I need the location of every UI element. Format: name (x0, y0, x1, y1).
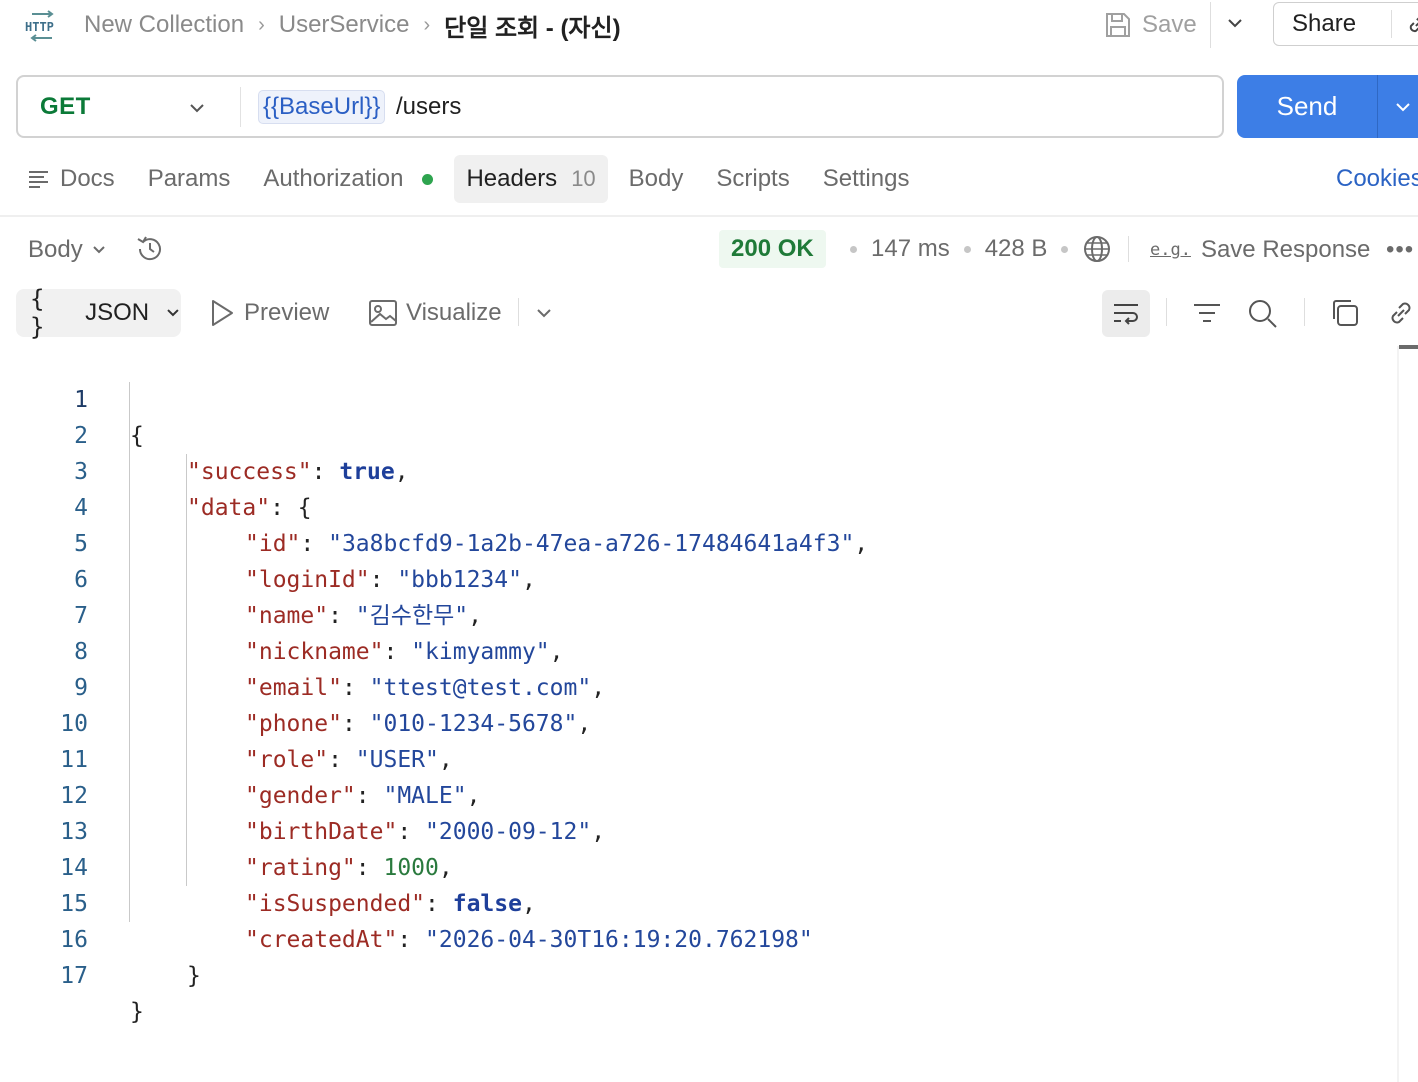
headers-count-badge: 10 (571, 166, 596, 191)
breadcrumb: New Collection › UserService › 단일 조회 - (… (84, 8, 621, 42)
save-options-chevron-icon[interactable] (1226, 14, 1244, 37)
code-line: 16 } (0, 886, 1398, 989)
url-input[interactable]: /users (396, 93, 461, 121)
url-variable[interactable]: {{BaseUrl}} (258, 90, 386, 124)
tab-scripts[interactable]: Scripts (716, 155, 789, 203)
preview-button[interactable]: Preview (208, 298, 329, 328)
cookies-link[interactable]: Cookies (1336, 165, 1418, 193)
save-response-button[interactable]: e.g. Save Response (1150, 236, 1370, 264)
code-line: 3 "data": { (0, 418, 1398, 521)
example-icon: e.g. (1150, 240, 1191, 260)
play-icon (212, 300, 233, 326)
code-line: 13 "rating": 1000, (0, 778, 1398, 881)
tab-body[interactable]: Body (629, 155, 684, 203)
method-select[interactable]: GET (40, 93, 91, 121)
breadcrumb-collection[interactable]: New Collection (84, 11, 244, 39)
send-button[interactable]: Send (1237, 75, 1418, 138)
tab-headers[interactable]: Headers 10 (454, 155, 608, 203)
save-label: Save (1142, 11, 1197, 38)
format-select[interactable]: { } JSON (16, 285, 181, 341)
send-options-chevron-icon[interactable] (1394, 98, 1412, 116)
code-line: 6 "name": "김수한무", (0, 526, 1398, 629)
history-icon[interactable] (134, 233, 166, 270)
code-line: 11 "gender": "MALE", (0, 706, 1398, 809)
search-icon[interactable] (1247, 298, 1279, 333)
copy-icon[interactable] (1330, 298, 1360, 333)
code-line: 9 "phone": "010-1234-5678", (0, 634, 1398, 737)
share-button[interactable]: Share (1273, 2, 1418, 46)
code-line: 1 { (0, 346, 1398, 449)
chevron-down-icon (167, 309, 179, 317)
scrollbar-track[interactable] (1397, 346, 1399, 1082)
floppy-disk-icon (1106, 13, 1130, 37)
chevron-down-icon (92, 246, 105, 254)
docs-lines-icon (29, 171, 48, 188)
more-options-icon[interactable]: ••• (1386, 236, 1414, 264)
divider (1210, 2, 1211, 48)
code-line: 8 "email": "ttest@test.com", (0, 598, 1398, 701)
word-wrap-button[interactable] (1102, 290, 1150, 337)
chevron-right-icon: › (258, 13, 265, 36)
request-tabs: Docs Params Authorization Headers 10 Bod… (28, 155, 942, 203)
code-line: 5 "loginId": "bbb1234", (0, 490, 1398, 593)
tab-docs[interactable]: Docs (28, 155, 115, 203)
code-line: 2 "success": true, (0, 382, 1398, 485)
tab-settings[interactable]: Settings (823, 155, 910, 203)
code-line: 7 "nickname": "kimyammy", (0, 562, 1398, 665)
view-options-chevron-icon[interactable] (535, 304, 553, 327)
braces-icon: { } (30, 285, 45, 341)
svg-text:HTTP: HTTP (25, 20, 54, 34)
code-line: 4 "id": "3a8bcfd9-1a2b-47ea-a726-1748464… (0, 454, 1398, 557)
visualize-button[interactable]: Visualize (368, 298, 502, 328)
scrollbar-thumb[interactable] (1399, 345, 1418, 349)
code-line: 14 "isSuspended": false, (0, 814, 1398, 917)
chevron-down-icon[interactable] (188, 99, 206, 122)
section-divider (0, 215, 1418, 217)
wrap-lines-icon (1114, 304, 1138, 325)
link-icon[interactable] (1404, 10, 1418, 38)
code-line: 17 } (0, 922, 1398, 1025)
request-title[interactable]: 단일 조회 - (자신) (444, 8, 620, 43)
send-label: Send (1276, 91, 1338, 121)
code-line: 10 "role": "USER", (0, 670, 1398, 773)
http-request-icon: HTTP (24, 10, 60, 42)
tab-authorization[interactable]: Authorization (263, 155, 434, 203)
code-line: 15 "createdAt": "2026-04-30T16:19:20.762… (0, 850, 1398, 953)
response-body-select[interactable]: Body (28, 236, 107, 264)
code-line: 12 "birthDate": "2000-09-12", (0, 742, 1398, 845)
response-body-editor[interactable]: 1 { 2 "success": true, 3 "data": { 4 "id… (0, 346, 1398, 1025)
link-icon[interactable] (1386, 298, 1416, 333)
share-label: Share (1292, 10, 1357, 37)
breadcrumb-folder[interactable]: UserService (279, 11, 410, 39)
tab-params[interactable]: Params (148, 155, 231, 203)
image-icon (369, 300, 397, 326)
response-size[interactable]: 428 B (985, 235, 1048, 263)
response-time[interactable]: 147 ms (871, 235, 950, 263)
response-meta: 147 ms 428 B (850, 234, 1112, 264)
status-badge[interactable]: 200 OK (719, 230, 826, 268)
line-number: 17 (60, 963, 88, 989)
save-button[interactable]: Save (1104, 6, 1197, 44)
globe-icon[interactable] (1082, 234, 1112, 264)
auth-status-dot (422, 173, 434, 185)
filter-icon[interactable] (1192, 298, 1222, 333)
chevron-right-icon: › (423, 13, 431, 36)
url-bar: GET {{BaseUrl}} /users (16, 75, 1224, 138)
